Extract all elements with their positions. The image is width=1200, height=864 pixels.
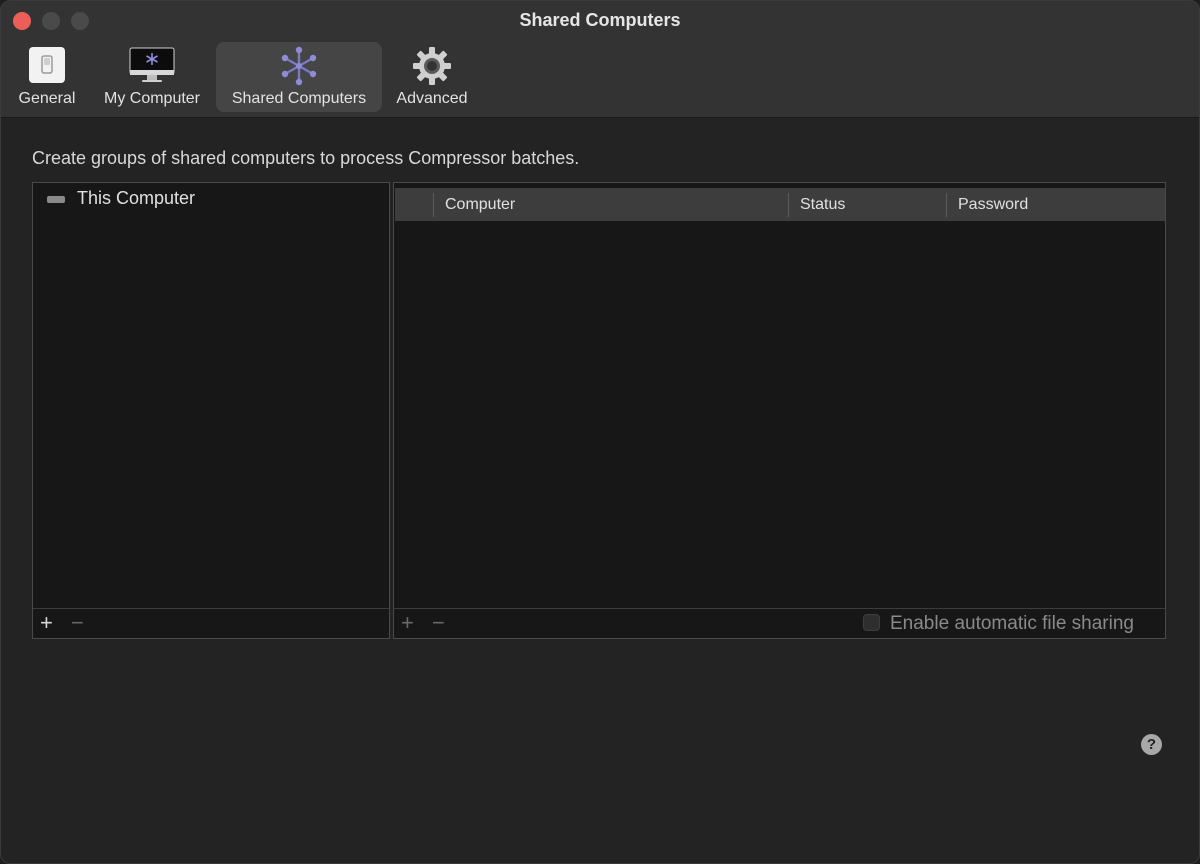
drive-icon bbox=[47, 195, 65, 203]
titlebar-toolbar: Shared Computers General My Computer Sha… bbox=[1, 1, 1199, 118]
computers-table: Computer Status Password + − Enable auto… bbox=[393, 182, 1166, 639]
tab-general-label: General bbox=[18, 90, 76, 107]
column-separator bbox=[946, 193, 947, 217]
instructions-text: Create groups of shared computers to pro… bbox=[32, 148, 580, 168]
file-sharing-label: Enable automatic file sharing bbox=[890, 613, 1134, 634]
column-header-computer[interactable]: Computer bbox=[445, 188, 515, 221]
add-group-button[interactable]: + bbox=[40, 611, 53, 635]
column-header-status[interactable]: Status bbox=[800, 188, 845, 221]
remove-computer-button[interactable]: − bbox=[432, 611, 445, 635]
tab-shared-computers[interactable]: Shared Computers bbox=[216, 42, 382, 112]
gear-icon bbox=[412, 46, 452, 91]
list-item[interactable]: This Computer bbox=[47, 187, 195, 209]
column-separator bbox=[788, 193, 789, 217]
table-header: Computer Status Password bbox=[395, 188, 1165, 221]
remove-group-button[interactable]: − bbox=[71, 611, 84, 635]
column-separator bbox=[433, 193, 434, 217]
groups-bottom-bar: + − bbox=[33, 608, 389, 638]
tab-shared-computers-label: Shared Computers bbox=[231, 90, 367, 107]
computers-bottom-bar: + − Enable automatic file sharing bbox=[394, 608, 1165, 638]
list-item-label: This Computer bbox=[77, 187, 196, 208]
tab-my-computer[interactable]: My Computer bbox=[95, 42, 209, 112]
window-title: Shared Computers bbox=[519, 10, 681, 30]
file-sharing-checkbox[interactable] bbox=[863, 614, 880, 631]
help-button[interactable]: ? bbox=[1141, 734, 1162, 755]
network-icon bbox=[279, 46, 319, 91]
tab-my-computer-label: My Computer bbox=[103, 90, 201, 107]
tab-advanced-label: Advanced bbox=[396, 90, 468, 107]
tab-general[interactable]: General bbox=[9, 42, 85, 112]
groups-list: This Computer + − bbox=[32, 182, 390, 639]
tab-advanced[interactable]: Advanced bbox=[389, 42, 475, 112]
add-computer-button[interactable]: + bbox=[401, 611, 414, 635]
switch-icon bbox=[28, 46, 66, 89]
preferences-window: Shared Computers General My Computer Sha… bbox=[0, 0, 1200, 864]
monitor-icon bbox=[129, 46, 175, 89]
column-header-password[interactable]: Password bbox=[958, 188, 1028, 221]
